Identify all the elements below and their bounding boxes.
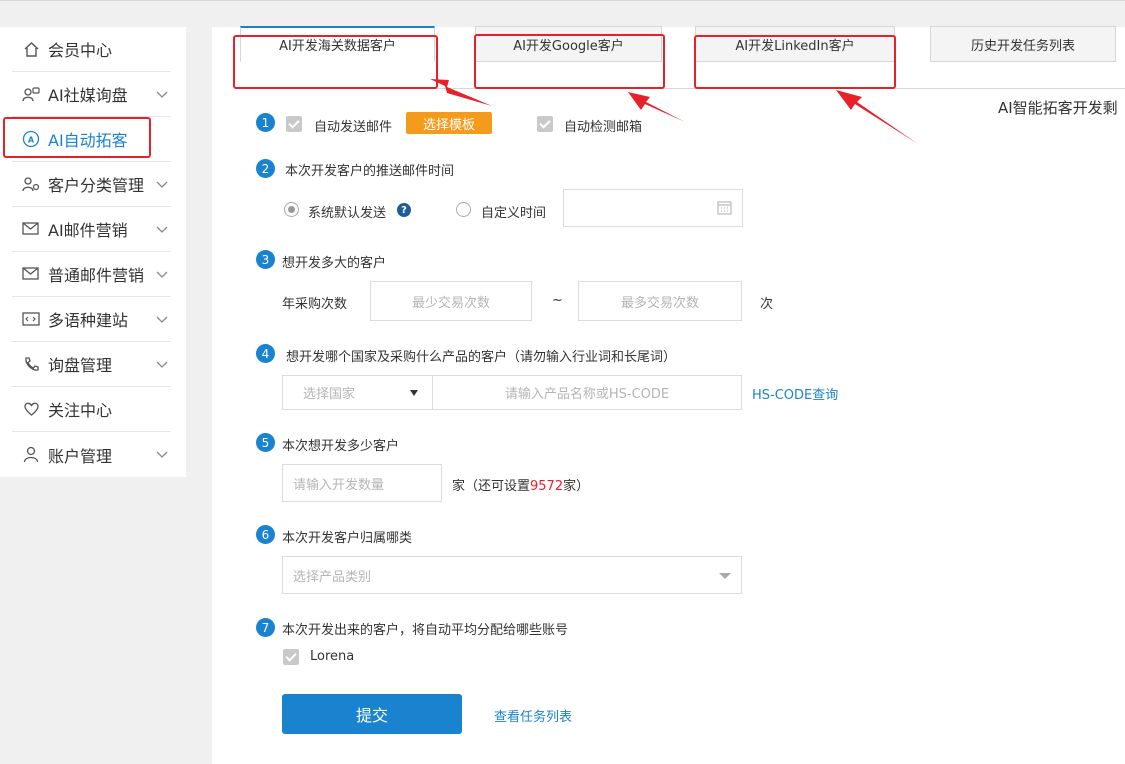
annotation-arrow — [836, 90, 918, 144]
annotation-arrow — [628, 92, 685, 122]
annotation-arrow — [430, 79, 492, 106]
annotation-arrows — [430, 79, 918, 144]
